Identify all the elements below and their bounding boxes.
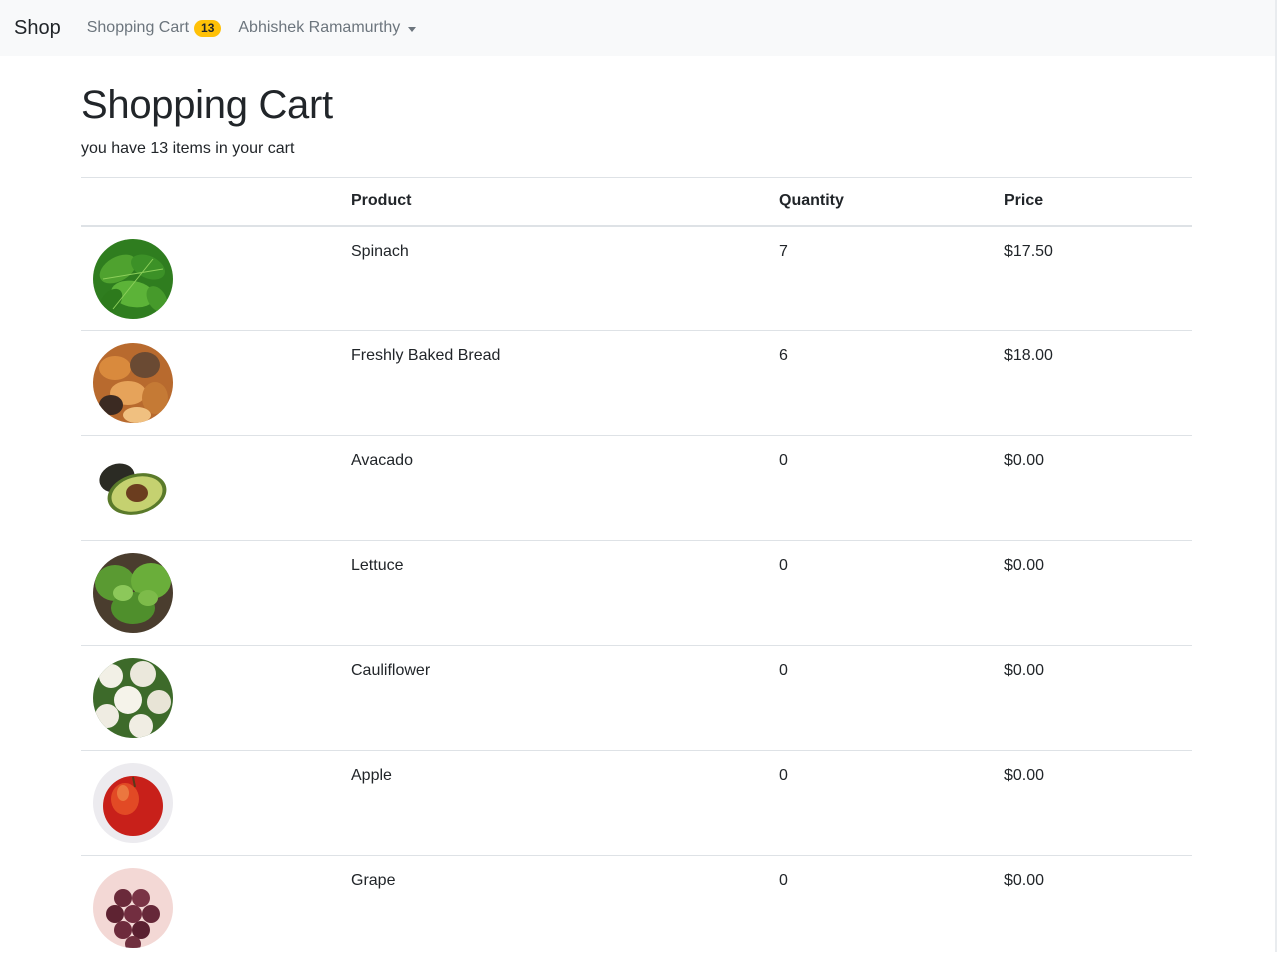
product-quantity: 0 [779,435,1004,541]
table-row: Spinach 7 $17.50 [81,226,1192,331]
shopping-cart-label: Shopping Cart [86,19,190,36]
header-price: Price [1004,177,1192,227]
header-image [81,177,351,227]
lettuce-image [93,553,173,633]
main-content: Shopping Cart you have 13 items in your … [81,56,1192,961]
product-price: $17.50 [1004,242,1053,260]
avocado-image [93,448,173,528]
product-price: $0.00 [1004,855,1192,961]
table-row: Avacado 0 $0.00 [81,435,1192,541]
header-quantity: Quantity [779,177,1004,227]
table-row: Apple 0 $0.00 [81,750,1192,856]
product-price: $0.00 [1004,435,1192,541]
table-row: Freshly Baked Bread 6 $18.00 [81,330,1192,436]
cart-count-badge: 13 [194,19,222,37]
product-quantity: 7 [779,242,788,260]
table-row: Grape 0 $0.00 [81,855,1192,961]
page-title: Shopping Cart [81,83,333,127]
product-price: $0.00 [1004,750,1192,856]
product-quantity: 0 [779,750,1004,856]
cart-summary: you have 13 items in your cart [81,140,295,157]
grape-image [93,868,173,948]
user-name: Abhishek Ramamurthy [238,19,401,36]
product-name: Grape [351,855,779,961]
product-name: Freshly Baked Bread [351,330,779,436]
product-name: Apple [351,750,779,856]
shopping-cart-link[interactable]: Shopping Cart 13 [87,19,222,37]
table-row: Lettuce 0 $0.00 [81,540,1192,646]
product-quantity: 0 [779,645,1004,751]
apple-image [93,763,173,843]
product-quantity: 6 [779,330,1004,436]
product-price: $0.00 [1004,540,1192,646]
spinach-image [93,238,173,319]
bread-image [93,343,173,423]
caret-down-icon [408,26,417,32]
table-row: Cauliflower 0 $0.00 [81,645,1192,751]
cauliflower-image [93,658,173,738]
product-name: Lettuce [351,540,779,646]
product-quantity: 0 [779,540,1004,646]
product-name: Spinach [351,242,409,260]
product-name: Cauliflower [351,645,779,751]
header-product: Product [351,177,779,227]
product-price: $18.00 [1004,330,1192,436]
brand-link[interactable]: Shop [14,17,61,40]
user-dropdown[interactable]: Abhishek Ramamurthy [238,19,417,37]
table-header-row: Product Quantity Price [81,177,1192,227]
product-name: Avacado [351,435,779,541]
product-price: $0.00 [1004,645,1192,751]
cart-table: Product Quantity Price Spinach 7 $17.50 … [81,177,1192,961]
navbar: Shop Shopping Cart 13 Abhishek Ramamurth… [0,0,1277,56]
product-quantity: 0 [779,855,1004,961]
